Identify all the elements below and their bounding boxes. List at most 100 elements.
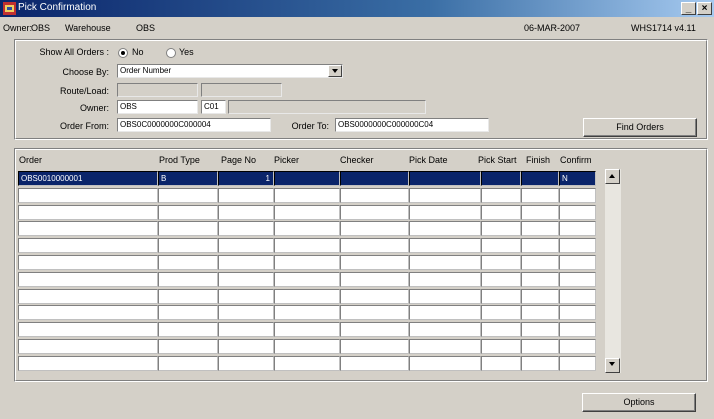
cell-pick-date[interactable] — [409, 339, 481, 354]
cell-pick-date[interactable] — [409, 322, 481, 337]
cell-order[interactable]: OBS0010000001 — [18, 171, 158, 186]
cell-prod-type[interactable] — [158, 322, 218, 337]
cell-order[interactable] — [18, 272, 158, 287]
cell-prod-type[interactable] — [158, 188, 218, 203]
cell-confirm[interactable] — [559, 305, 596, 320]
cell-order[interactable] — [18, 305, 158, 320]
cell-confirm[interactable] — [559, 356, 596, 371]
cell-confirm[interactable] — [559, 221, 596, 236]
cell-finish[interactable] — [521, 272, 559, 287]
cell-prod-type[interactable] — [158, 289, 218, 304]
cell-prod-type[interactable] — [158, 339, 218, 354]
choose-by-select[interactable]: Order Number — [117, 64, 343, 78]
cell-order[interactable] — [18, 356, 158, 371]
cell-picker[interactable] — [274, 238, 340, 253]
cell-order[interactable] — [18, 322, 158, 337]
cell-picker[interactable] — [274, 188, 340, 203]
cell-pick-date[interactable] — [409, 255, 481, 270]
cell-checker[interactable] — [340, 322, 409, 337]
cell-pick-date[interactable] — [409, 356, 481, 371]
cell-pick-start[interactable] — [481, 221, 521, 236]
order-from-field[interactable]: OBS0C0000000C000004 — [117, 118, 271, 132]
cell-prod-type[interactable] — [158, 356, 218, 371]
cell-checker[interactable] — [340, 305, 409, 320]
cell-finish[interactable] — [521, 339, 559, 354]
cell-prod-type[interactable] — [158, 272, 218, 287]
cell-confirm[interactable]: N — [559, 171, 596, 186]
cell-pick-start[interactable] — [481, 272, 521, 287]
load-field[interactable] — [201, 83, 282, 97]
cell-confirm[interactable] — [559, 339, 596, 354]
cell-confirm[interactable] — [559, 289, 596, 304]
cell-checker[interactable] — [340, 339, 409, 354]
find-orders-button[interactable]: Find Orders — [583, 118, 697, 137]
scroll-down-button[interactable] — [605, 358, 620, 373]
cell-page-no[interactable] — [218, 188, 274, 203]
cell-pick-start[interactable] — [481, 289, 521, 304]
cell-confirm[interactable] — [559, 188, 596, 203]
cell-prod-type[interactable]: B — [158, 171, 218, 186]
route-field[interactable] — [117, 83, 198, 97]
cell-picker[interactable] — [274, 305, 340, 320]
cell-pick-date[interactable] — [409, 289, 481, 304]
cell-finish[interactable] — [521, 289, 559, 304]
cell-picker[interactable] — [274, 322, 340, 337]
cell-order[interactable] — [18, 238, 158, 253]
cell-page-no[interactable] — [218, 272, 274, 287]
cell-pick-date[interactable] — [409, 188, 481, 203]
show-all-yes-radio[interactable] — [166, 48, 176, 58]
cell-finish[interactable] — [521, 205, 559, 220]
cell-prod-type[interactable] — [158, 238, 218, 253]
cell-picker[interactable] — [274, 221, 340, 236]
show-all-no-radio[interactable] — [118, 48, 128, 58]
cell-finish[interactable] — [521, 322, 559, 337]
cell-pick-start[interactable] — [481, 255, 521, 270]
cell-pick-date[interactable] — [409, 171, 481, 186]
scroll-up-button[interactable] — [605, 169, 620, 184]
cell-picker[interactable] — [274, 356, 340, 371]
cell-page-no[interactable] — [218, 305, 274, 320]
cell-checker[interactable] — [340, 188, 409, 203]
cell-prod-type[interactable] — [158, 305, 218, 320]
grid-scrollbar[interactable] — [605, 169, 621, 373]
cell-pick-start[interactable] — [481, 356, 521, 371]
cell-pick-start[interactable] — [481, 339, 521, 354]
order-to-field[interactable]: OBS0000000C000000C04 — [335, 118, 489, 132]
cell-picker[interactable] — [274, 255, 340, 270]
cell-pick-date[interactable] — [409, 272, 481, 287]
cell-confirm[interactable] — [559, 272, 596, 287]
cell-order[interactable] — [18, 221, 158, 236]
cell-pick-start[interactable] — [481, 238, 521, 253]
cell-confirm[interactable] — [559, 255, 596, 270]
cell-prod-type[interactable] — [158, 255, 218, 270]
cell-confirm[interactable] — [559, 322, 596, 337]
cell-pick-start[interactable] — [481, 188, 521, 203]
cell-order[interactable] — [18, 289, 158, 304]
cell-pick-date[interactable] — [409, 205, 481, 220]
cell-picker[interactable] — [274, 171, 340, 186]
cell-pick-date[interactable] — [409, 221, 481, 236]
cell-checker[interactable] — [340, 255, 409, 270]
close-button[interactable]: × — [697, 2, 712, 15]
cell-finish[interactable] — [521, 238, 559, 253]
cell-confirm[interactable] — [559, 205, 596, 220]
cell-pick-start[interactable] — [481, 171, 521, 186]
cell-finish[interactable] — [521, 255, 559, 270]
owner-code-field[interactable]: OBS — [117, 100, 198, 114]
cell-page-no[interactable] — [218, 238, 274, 253]
cell-checker[interactable] — [340, 356, 409, 371]
cell-prod-type[interactable] — [158, 205, 218, 220]
cell-page-no[interactable] — [218, 205, 274, 220]
cell-pick-start[interactable] — [481, 205, 521, 220]
cell-page-no[interactable] — [218, 255, 274, 270]
choose-by-dropdown-button[interactable] — [328, 65, 342, 77]
cell-checker[interactable] — [340, 221, 409, 236]
cell-finish[interactable] — [521, 188, 559, 203]
cell-picker[interactable] — [274, 272, 340, 287]
cell-finish[interactable] — [521, 356, 559, 371]
cell-page-no[interactable] — [218, 289, 274, 304]
cell-page-no[interactable] — [218, 221, 274, 236]
cell-picker[interactable] — [274, 289, 340, 304]
cell-prod-type[interactable] — [158, 221, 218, 236]
cell-checker[interactable] — [340, 289, 409, 304]
